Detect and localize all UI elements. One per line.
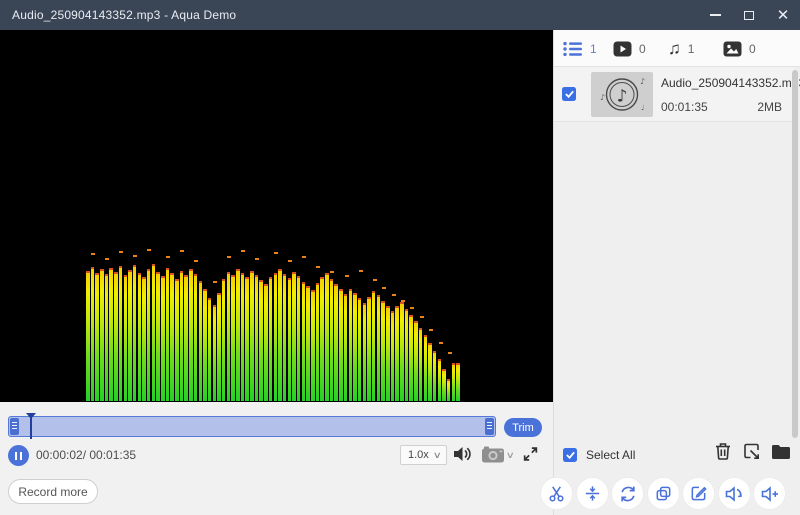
audio-preview-area: [0, 30, 553, 402]
media-tabbar: 1 0 ♫ 1 0: [554, 30, 800, 67]
pause-button[interactable]: [8, 445, 29, 466]
image-icon: [723, 41, 742, 57]
duplicate-button[interactable]: [647, 477, 680, 510]
recording-list-panel: 1 0 ♫ 1 0: [553, 30, 800, 515]
fullscreen-icon: [521, 445, 540, 463]
folder-icon: [770, 442, 792, 462]
select-all-label: Select All: [586, 448, 635, 462]
spectrum-bars: [86, 31, 464, 401]
volume-booster-button[interactable]: [753, 477, 786, 510]
grip-icon: [487, 422, 492, 431]
tab-count: 1: [590, 42, 597, 56]
tab-video[interactable]: 0: [613, 30, 646, 67]
export-button[interactable]: [741, 441, 762, 462]
check-icon: [565, 450, 576, 460]
tab-count: 1: [688, 42, 695, 56]
refresh-icon: [618, 484, 638, 504]
snapshot-button[interactable]: [481, 445, 505, 463]
svg-text:♪: ♪: [600, 93, 605, 102]
close-button[interactable]: ✕: [766, 0, 800, 30]
list-scrollbar[interactable]: [792, 70, 798, 438]
svg-text:♪: ♪: [617, 87, 628, 107]
audio-convert-button[interactable]: [718, 477, 751, 510]
maximize-icon: [744, 11, 754, 20]
delete-button[interactable]: [713, 441, 733, 462]
trim-button[interactable]: Trim: [504, 418, 542, 437]
pause-icon: [15, 452, 18, 460]
check-icon: [564, 89, 575, 99]
export-icon: [741, 441, 762, 462]
camera-icon: [481, 445, 505, 463]
transport-row: 00:00:02/ 00:01:35 1.0x ∨ ∨: [0, 442, 553, 470]
file-size: 2MB: [757, 100, 782, 114]
minimize-button[interactable]: [698, 0, 732, 30]
record-more-button[interactable]: Record more: [8, 479, 98, 504]
window-title: Audio_250904143352.mp3 - Aqua Demo: [0, 8, 236, 22]
compress-button[interactable]: [576, 477, 609, 510]
window-controls: ✕: [698, 0, 800, 30]
compress-icon: [583, 484, 602, 503]
window-titlebar: Audio_250904143352.mp3 - Aqua Demo ✕: [0, 0, 800, 30]
audio-thumbnail: ♪ ♪ ♪ ♩: [591, 72, 653, 117]
file-operations: [713, 441, 792, 462]
tab-image[interactable]: 0: [723, 30, 756, 67]
speaker-plus-icon: [760, 484, 780, 504]
grip-icon: [12, 422, 17, 431]
maximize-button[interactable]: [732, 0, 766, 30]
open-folder-button[interactable]: [770, 441, 792, 462]
playback-speed-select[interactable]: 1.0x ∨: [400, 445, 447, 465]
convert-button[interactable]: [611, 477, 644, 510]
recording-list-item[interactable]: ♪ ♪ ♪ ♩ Audio_250904143352.mp3 00:01:35 …: [554, 67, 794, 122]
time-display: 00:00:02/ 00:01:35: [36, 448, 136, 462]
cut-button[interactable]: [540, 477, 573, 510]
trim-end-handle[interactable]: [485, 418, 494, 435]
svg-text:♪: ♪: [640, 77, 645, 86]
volume-button[interactable]: [452, 444, 474, 464]
music-note-badge-icon: ♪ ♪ ♪ ♩: [591, 72, 653, 117]
speed-value: 1.0x: [408, 449, 429, 461]
list-icon: [563, 41, 583, 57]
editing-toolbar: [540, 477, 786, 510]
tab-audio[interactable]: ♫ 1: [668, 30, 694, 67]
file-name: Audio_250904143352.mp3: [661, 76, 800, 90]
edit-button[interactable]: [682, 477, 715, 510]
seek-bar[interactable]: [8, 416, 496, 437]
copy-icon: [654, 484, 673, 503]
select-all-checkbox[interactable]: [563, 448, 577, 462]
speaker-icon: [452, 444, 474, 464]
speaker-refresh-icon: [724, 484, 744, 504]
file-duration: 00:01:35: [661, 100, 708, 114]
music-notes-icon: ♫: [668, 40, 681, 57]
player-controls: Trim 00:00:02/ 00:01:35 1.0x ∨ ∨: [0, 402, 553, 515]
tab-count: 0: [639, 42, 646, 56]
snapshot-options-chevron[interactable]: ∨: [506, 450, 515, 461]
edit-pencil-icon: [689, 484, 708, 503]
tab-count: 0: [749, 42, 756, 56]
trash-icon: [713, 441, 733, 462]
item-checkbox[interactable]: [562, 87, 576, 101]
trim-start-handle[interactable]: [10, 418, 19, 435]
close-icon: ✕: [777, 8, 790, 23]
fullscreen-button[interactable]: [521, 445, 540, 463]
tab-all-recordings[interactable]: 1: [563, 30, 597, 67]
svg-text:♩: ♩: [641, 104, 644, 112]
video-icon: [613, 41, 632, 57]
scissors-icon: [547, 484, 566, 503]
chevron-down-icon: ∨: [433, 450, 442, 461]
minimize-icon: [710, 14, 721, 16]
playhead[interactable]: [30, 415, 32, 439]
